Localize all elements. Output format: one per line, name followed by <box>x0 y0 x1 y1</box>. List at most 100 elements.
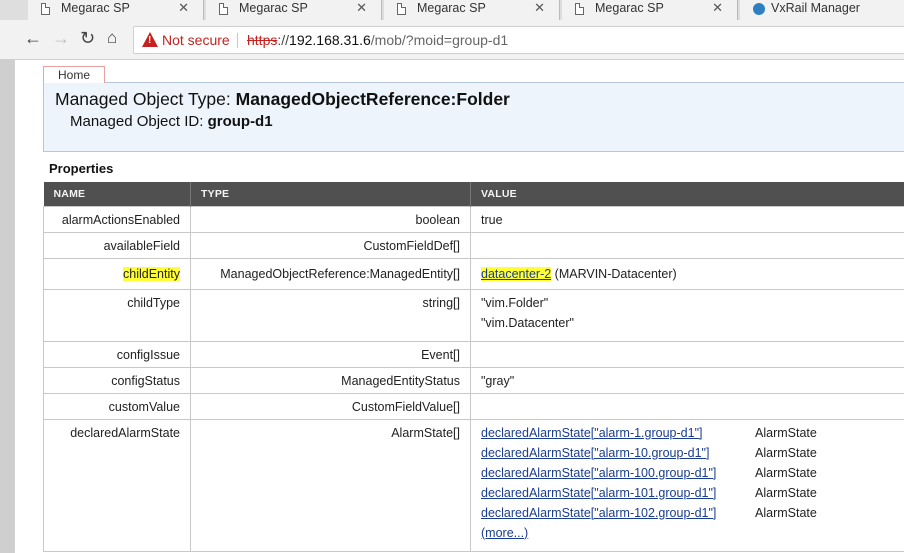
property-name: availableField <box>43 231 191 259</box>
tab-title: Megarac SP <box>239 1 308 15</box>
managed-object-id: Managed Object ID: group-d1 <box>70 113 273 130</box>
table-row: configStatus ManagedEntityStatus "gray" <box>43 366 904 394</box>
alarm-state-link[interactable]: declaredAlarmState["alarm-1.group-d1"] <box>481 423 755 443</box>
home-link[interactable]: Home <box>43 66 105 83</box>
tab-title: VxRail Manager <box>771 1 860 15</box>
list-item: declaredAlarmState["alarm-1.group-d1"] Al… <box>481 423 903 443</box>
mo-id-value: group-d1 <box>207 113 273 130</box>
property-value <box>470 231 904 259</box>
alarm-state-type: AlarmState <box>755 505 817 520</box>
url-text[interactable]: https://192.168.31.6/mob/?moid=group-d1 <box>247 27 508 53</box>
datacenter-link[interactable]: datacenter-2 <box>481 266 552 281</box>
alarm-state-type: AlarmState <box>755 485 817 500</box>
browser-tab-3[interactable]: Megarac SP ✕ <box>384 0 560 20</box>
property-name: childEntity <box>43 257 191 290</box>
column-header-type: TYPE <box>190 182 471 206</box>
column-header-value: VALUE <box>470 182 904 206</box>
close-icon[interactable]: ✕ <box>534 0 545 16</box>
mo-type-label: Managed Object Type: <box>55 89 236 109</box>
browser-tab-1[interactable]: Megarac SP ✕ <box>28 0 204 20</box>
property-name: configIssue <box>43 340 191 368</box>
table-row: childType string[] "vim.Folder" "vim.Dat… <box>43 288 904 342</box>
property-type: Event[] <box>190 340 471 368</box>
property-value <box>470 392 904 420</box>
property-name: declaredAlarmState <box>43 418 191 552</box>
document-icon <box>41 3 50 15</box>
back-icon[interactable]: ← <box>24 28 42 48</box>
table-row: childEntity ManagedObjectReference:Manag… <box>43 257 904 290</box>
list-item: declaredAlarmState["alarm-100.group-d1"]… <box>481 463 903 483</box>
security-label[interactable]: Not secure <box>162 27 230 53</box>
table-header: NAME TYPE VALUE <box>43 182 904 206</box>
property-value: "gray" <box>470 366 904 394</box>
home-icon[interactable]: ⌂ <box>107 28 117 48</box>
property-type: boolean <box>190 205 471 233</box>
list-item: declaredAlarmState["alarm-101.group-d1"]… <box>481 483 903 503</box>
properties-title: Properties <box>49 161 114 176</box>
property-value: true <box>470 205 904 233</box>
browser-tab-2[interactable]: Megarac SP ✕ <box>206 0 382 20</box>
property-value: "vim.Folder" "vim.Datacenter" <box>470 288 904 342</box>
column-header-name: NAME <box>43 182 191 206</box>
list-item: declaredAlarmState["alarm-10.group-d1"] A… <box>481 443 903 463</box>
property-value: declaredAlarmState["alarm-1.group-d1"] Al… <box>470 418 904 552</box>
forward-icon[interactable]: → <box>52 28 70 48</box>
page-content: Home Managed Object Type: ManagedObjectR… <box>0 60 904 553</box>
url-host: 192.168.31.6 <box>289 32 371 48</box>
alarm-state-link[interactable]: declaredAlarmState["alarm-101.group-d1"] <box>481 483 755 503</box>
tab-title: Megarac SP <box>417 1 486 15</box>
object-header: Managed Object Type: ManagedObjectRefere… <box>43 82 904 152</box>
value-line: "vim.Datacenter" <box>481 315 574 330</box>
close-icon[interactable]: ✕ <box>356 0 367 16</box>
browser-tab-5[interactable]: VxRail Manager <box>740 0 904 20</box>
table-row: alarmActionsEnabled boolean true <box>43 205 904 233</box>
property-type: ManagedEntityStatus <box>190 366 471 394</box>
property-type: string[] <box>190 288 471 342</box>
warning-icon[interactable]: ! <box>142 32 158 47</box>
table-row: declaredAlarmState AlarmState[] declared… <box>43 418 904 552</box>
property-name: customValue <box>43 392 191 420</box>
document-icon <box>397 3 406 15</box>
value-line: "vim.Folder" <box>481 295 549 310</box>
close-icon[interactable]: ✕ <box>178 0 189 16</box>
table-row: customValue CustomFieldValue[] <box>43 392 904 420</box>
alarm-state-link[interactable]: declaredAlarmState["alarm-100.group-d1"] <box>481 463 755 483</box>
mo-type-value: ManagedObjectReference:Folder <box>235 89 510 109</box>
list-item: declaredAlarmState["alarm-102.group-d1"]… <box>481 503 903 523</box>
left-margin <box>0 60 15 553</box>
tab-title: Megarac SP <box>595 1 664 15</box>
alarm-state-type: AlarmState <box>755 465 817 480</box>
property-name: alarmActionsEnabled <box>43 205 191 233</box>
globe-icon <box>753 3 765 15</box>
browser-tab-strip: Megarac SP ✕ Megarac SP ✕ Megarac SP ✕ M… <box>0 0 904 20</box>
properties-table: NAME TYPE VALUE alarmActionsEnabled bool… <box>43 182 904 552</box>
tab-title: Megarac SP <box>61 1 130 15</box>
datacenter-name: (MARVIN-Datacenter) <box>551 266 677 281</box>
property-name: configStatus <box>43 366 191 394</box>
property-value: datacenter-2 (MARVIN-Datacenter) <box>470 257 904 290</box>
table-row: configIssue Event[] <box>43 340 904 368</box>
document-icon <box>219 3 228 15</box>
close-icon[interactable]: ✕ <box>712 0 723 16</box>
alarm-state-type: AlarmState <box>755 425 817 440</box>
property-type: CustomFieldValue[] <box>190 392 471 420</box>
address-bar[interactable]: ! Not secure https://192.168.31.6/mob/?m… <box>133 26 904 54</box>
browser-toolbar: ← → ↻ ⌂ ! Not secure https://192.168.31.… <box>0 20 904 60</box>
browser-tab-4[interactable]: Megarac SP ✕ <box>562 0 738 20</box>
highlighted-name: childEntity <box>123 266 180 281</box>
more-link[interactable]: (more...) <box>481 523 528 543</box>
property-type: ManagedObjectReference:ManagedEntity[] <box>190 257 471 290</box>
reload-icon[interactable]: ↻ <box>80 28 95 48</box>
url-path: /mob/?moid=group-d1 <box>370 32 509 48</box>
property-type: CustomFieldDef[] <box>190 231 471 259</box>
property-value <box>470 340 904 368</box>
table-row: availableField CustomFieldDef[] <box>43 231 904 259</box>
property-type: AlarmState[] <box>190 418 471 552</box>
url-separator: :// <box>277 32 290 48</box>
alarm-state-link[interactable]: declaredAlarmState["alarm-102.group-d1"] <box>481 503 755 523</box>
alarm-state-type: AlarmState <box>755 445 817 460</box>
property-name: childType <box>43 288 191 342</box>
managed-object-type: Managed Object Type: ManagedObjectRefere… <box>55 89 510 110</box>
alarm-state-link[interactable]: declaredAlarmState["alarm-10.group-d1"] <box>481 443 755 463</box>
document-icon <box>575 3 584 15</box>
